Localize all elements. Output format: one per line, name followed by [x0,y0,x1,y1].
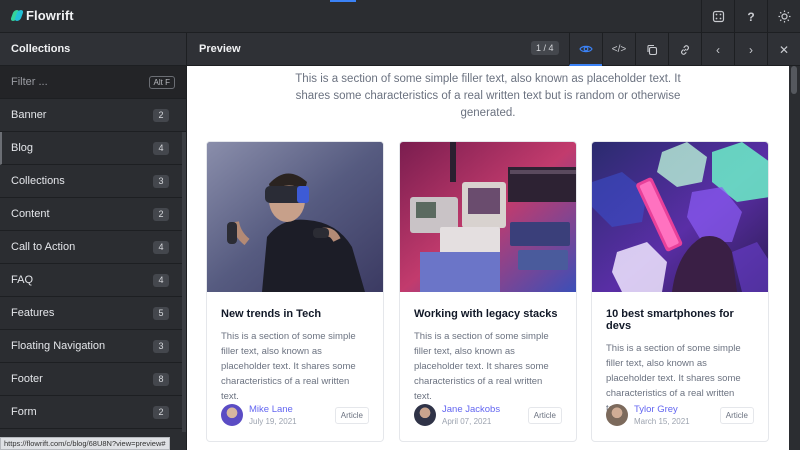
eye-icon[interactable] [569,33,602,66]
copy-icon[interactable] [635,33,668,66]
count-badge: 2 [153,207,169,221]
blog-card[interactable]: 10 best smartphones for devs This is a s… [591,141,769,442]
avatar [606,404,628,426]
sidebar-item-faq[interactable]: FAQ 4 [0,264,186,297]
prev-icon[interactable]: ‹ [701,33,734,66]
filter-input[interactable] [11,76,131,88]
count-badge: 2 [153,108,169,122]
card-title[interactable]: 10 best smartphones for devs [606,308,754,332]
sidebar-item-label: Banner [11,109,47,121]
sidebar-item-form[interactable]: Form 2 [0,396,186,429]
blog-card[interactable]: New trends in Tech This is a section of … [206,141,384,442]
card-title[interactable]: Working with legacy stacks [414,308,562,320]
category-tag[interactable]: Article [719,406,754,424]
avatar [414,404,436,426]
preview-scrollbar[interactable] [789,66,800,450]
category-tag[interactable]: Article [334,406,369,424]
category-tag[interactable]: Article [527,406,562,424]
count-badge: 2 [153,405,169,419]
help-icon[interactable]: ? [734,0,767,33]
count-badge: 4 [153,273,169,287]
sidebar-item-features[interactable]: Features 5 [0,297,186,330]
filter-shortcut: Alt F [148,75,175,89]
sidebar-item-label: Content [11,208,50,220]
avatar [221,404,243,426]
preview-title: Preview [199,43,241,55]
sidebar-item-banner[interactable]: Banner 2 [0,99,186,132]
sidebar: Collections Alt F Banner 2 Blog 4 Collecti… [0,33,187,450]
count-badge: 3 [153,339,169,353]
sidebar-item-call-to-action[interactable]: Call to Action 4 [0,231,186,264]
top-toolbar: ? [701,0,800,33]
count-badge: 5 [153,306,169,320]
sidebar-item-label: Blog [11,142,34,154]
sidebar-item-collections[interactable]: Collections 3 [0,165,186,198]
sidebar-item-label: Call to Action [11,241,76,253]
card-footer: Mike Lane July 19, 2021 Article [221,402,369,428]
count-badge: 4 [153,240,169,254]
card-title[interactable]: New trends in Tech [221,308,369,320]
post-date: March 15, 2021 [634,417,690,426]
post-date: April 07, 2021 [442,417,492,426]
page-indicator: 1 / 4 [531,41,559,55]
logo[interactable]: Flowrift [9,8,74,23]
status-bar-url: https://flowrift.com/c/blog/68U8N?view=p… [0,437,170,450]
count-badge: 3 [153,174,169,188]
author-name[interactable]: Mike Lane [249,404,297,415]
blog-card[interactable]: Working with legacy stacks This is a sec… [399,141,577,442]
card-excerpt: This is a section of some simple filler … [414,331,549,402]
top-accent-line [330,0,356,2]
count-badge: 8 [153,372,169,386]
card-image-smartphone[interactable] [592,142,768,292]
code-icon[interactable]: </> [602,33,635,66]
sidebar-item-label: Floating Navigation [11,340,106,352]
top-bar: Flowrift ? [0,0,800,33]
count-badge: 4 [153,141,169,155]
sidebar-item-footer[interactable]: Footer 8 [0,363,186,396]
sidebar-item-label: FAQ [11,274,34,286]
sidebar-scrollbar[interactable] [182,132,186,432]
preview-header: Preview 1 / 4 </> ‹ › ✕ [187,33,800,66]
card-footer: Jane Jackobs April 07, 2021 Article [414,402,562,428]
link-icon[interactable] [668,33,701,66]
intro-text: This is a section of some simple filler … [295,73,681,119]
sidebar-item-floating-navigation[interactable]: Floating Navigation 3 [0,330,186,363]
preview-toolbar: </> ‹ › ✕ [569,33,800,66]
next-icon[interactable]: › [734,33,767,66]
sidebar-item-label: Footer [11,373,43,385]
card-image-vr[interactable] [207,142,383,292]
sidebar-item-blog[interactable]: Blog 4 [0,132,186,165]
sidebar-title: Collections [0,33,186,66]
sidebar-item-label: Collections [11,175,65,187]
sidebar-item-label: Form [11,406,37,418]
app-name: Flowrift [26,8,74,23]
author-info: Jane Jackobs April 07, 2021 [442,404,500,426]
card-excerpt: This is a section of some simple filler … [221,331,356,402]
app-window: Flowrift ? Collections Alt F Banner 2 Blo… [0,0,800,450]
sidebar-item-content[interactable]: Content 2 [0,198,186,231]
logo-icon [9,10,25,21]
author-info: Tylor Grey March 15, 2021 [634,404,690,426]
theme-icon[interactable] [767,0,800,33]
author-info: Mike Lane July 19, 2021 [249,404,297,426]
card-footer: Tylor Grey March 15, 2021 Article [606,402,754,428]
close-icon[interactable]: ✕ [767,33,800,66]
layout-icon[interactable] [701,0,734,33]
scrollbar-thumb[interactable] [791,66,797,94]
preview-canvas: This is a section of some simple filler … [187,66,789,450]
filter-bar: Alt F [0,66,186,99]
author-name[interactable]: Jane Jackobs [442,404,500,415]
post-date: July 19, 2021 [249,417,297,426]
card-image-retro[interactable] [400,142,576,292]
author-name[interactable]: Tylor Grey [634,404,690,415]
sidebar-item-label: Features [11,307,55,319]
